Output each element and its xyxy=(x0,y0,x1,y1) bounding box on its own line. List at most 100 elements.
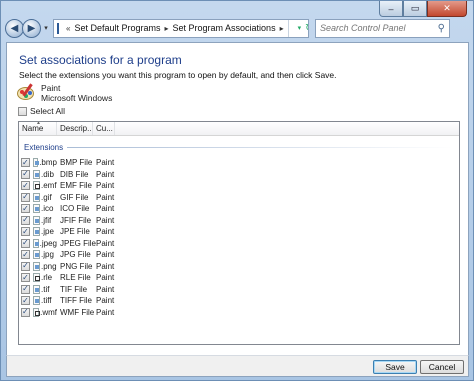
checkbox-icon[interactable]: ✓ xyxy=(21,158,30,168)
checkbox-icon[interactable]: ✓ xyxy=(21,192,30,202)
checkbox-icon[interactable]: ✓ xyxy=(21,238,30,248)
checkbox-icon[interactable]: ✓ xyxy=(21,227,30,237)
extensions-list[interactable]: ▲ Name Descrip... Cu... Extensions ✓ .bmp… xyxy=(18,121,460,345)
forward-arrow-icon: ▶ xyxy=(27,22,36,34)
current-default: Paint xyxy=(96,261,115,271)
image-file-icon xyxy=(33,227,40,237)
document-file-icon xyxy=(33,181,40,191)
address-dropdown-icon[interactable]: ▾ xyxy=(298,24,302,32)
list-item[interactable]: ✓ .wmf WMF File Paint xyxy=(19,307,459,319)
list-item[interactable]: ✓ .rle RLE File Paint xyxy=(19,272,459,284)
save-button[interactable]: Save xyxy=(373,360,417,374)
list-item[interactable]: ✓ .emf EMF File Paint xyxy=(19,180,459,192)
checkbox-icon[interactable]: ✓ xyxy=(21,204,30,214)
extension-name: .bmp xyxy=(39,158,57,168)
checkbox-icon[interactable]: ✓ xyxy=(21,169,30,179)
refresh-icon[interactable]: ↻ xyxy=(305,23,308,34)
current-default: Paint xyxy=(96,158,115,168)
current-default: Paint xyxy=(96,250,115,260)
current-default: Paint xyxy=(96,169,115,179)
minimize-button[interactable]: – xyxy=(379,1,403,17)
chevron-down-icon: ▾ xyxy=(44,25,48,32)
close-button[interactable]: ✕ xyxy=(427,1,467,17)
list-item[interactable]: ✓ .jfif JFIF File Paint xyxy=(19,215,459,227)
column-header-description[interactable]: Descrip... xyxy=(57,122,93,135)
list-item[interactable]: ✓ .jpe JPE File Paint xyxy=(19,226,459,238)
extension-name: .gif xyxy=(41,192,52,202)
image-file-icon xyxy=(33,261,40,271)
extension-description: JPE File xyxy=(60,227,90,237)
back-arrow-icon: ◀ xyxy=(10,22,19,34)
breadcrumb-separator-icon[interactable]: ▸ xyxy=(165,24,169,33)
extension-name: .rle xyxy=(41,273,53,283)
checkbox-icon[interactable]: ✓ xyxy=(21,307,30,317)
control-panel-icon xyxy=(57,22,59,34)
extension-description: RLE File xyxy=(60,273,91,283)
select-all-label: Select All xyxy=(30,106,65,116)
list-item[interactable]: ✓ .dib DIB File Paint xyxy=(19,169,459,181)
checkbox-icon[interactable]: ✓ xyxy=(21,215,30,225)
breadcrumb-separator-icon[interactable]: ▸ xyxy=(280,24,284,33)
instructions-text: Select the extensions you want this prog… xyxy=(19,70,337,80)
image-file-icon xyxy=(33,296,40,306)
extension-description: DIB File xyxy=(60,169,89,179)
group-label: Extensions xyxy=(24,143,64,152)
cancel-button[interactable]: Cancel xyxy=(420,360,464,374)
list-item[interactable]: ✓ .tif TIF File Paint xyxy=(19,284,459,296)
breadcrumb-overflow-icon[interactable]: « xyxy=(66,24,70,33)
current-default: Paint xyxy=(96,238,115,248)
extension-name: .jfif xyxy=(41,215,52,225)
select-all-checkbox[interactable]: Select All xyxy=(18,106,65,116)
extension-name: .jpg xyxy=(41,250,54,260)
list-item[interactable]: ✓ .bmp BMP File Paint xyxy=(19,157,459,169)
program-publisher: Microsoft Windows xyxy=(41,93,113,103)
image-file-icon xyxy=(33,169,40,179)
extension-name: .jpeg xyxy=(39,238,57,248)
extension-name: .emf xyxy=(41,181,57,191)
address-end: ▾ ↻ xyxy=(287,19,308,37)
extension-description: JFIF File xyxy=(60,215,92,225)
extension-description: BMP File xyxy=(60,158,93,168)
list-item[interactable]: ✓ .jpg JPG File Paint xyxy=(19,249,459,261)
close-icon: ✕ xyxy=(443,3,451,13)
button-bar: Save Cancel xyxy=(6,355,469,377)
checkbox-icon[interactable]: ✓ xyxy=(21,284,30,294)
current-default: Paint xyxy=(96,204,115,214)
list-item[interactable]: ✓ .gif GIF File Paint xyxy=(19,192,459,204)
list-item[interactable]: ✓ .tiff TIFF File Paint xyxy=(19,295,459,307)
breadcrumb-set-program-associations[interactable]: Set Program Associations xyxy=(173,23,276,33)
extension-description: PNG File xyxy=(60,261,93,271)
checkbox-icon[interactable]: ✓ xyxy=(21,273,30,283)
list-item[interactable]: ✓ .png PNG File Paint xyxy=(19,261,459,273)
search-box[interactable]: ⚲ xyxy=(315,18,450,38)
extension-description: TIFF File xyxy=(60,296,92,306)
group-header-extensions[interactable]: Extensions xyxy=(24,143,459,152)
search-input[interactable] xyxy=(320,23,430,33)
extension-description: ICO File xyxy=(60,204,90,214)
extension-name: .png xyxy=(41,261,57,271)
checkbox-icon[interactable]: ✓ xyxy=(21,250,30,260)
sort-ascending-icon: ▲ xyxy=(36,121,41,126)
checkbox-icon[interactable] xyxy=(18,106,27,116)
forward-button[interactable]: ▶ xyxy=(22,18,41,38)
recent-pages-dropdown[interactable]: ▾ xyxy=(41,24,51,32)
search-icon[interactable]: ⚲ xyxy=(438,23,445,34)
window-frame: – ▭ ✕ ◀ ▶ ▾ « Set Default Programs ▸ Set… xyxy=(0,0,474,381)
extension-name: .wmf xyxy=(40,307,57,317)
extension-name: .tif xyxy=(41,284,50,294)
list-item[interactable]: ✓ .ico ICO File Paint xyxy=(19,203,459,215)
checkbox-icon[interactable]: ✓ xyxy=(21,296,30,306)
checkbox-icon[interactable]: ✓ xyxy=(21,261,30,271)
current-default: Paint xyxy=(96,227,115,237)
address-bar[interactable]: « Set Default Programs ▸ Set Program Ass… xyxy=(53,18,309,38)
maximize-button[interactable]: ▭ xyxy=(403,1,427,17)
image-file-icon xyxy=(33,192,40,202)
breadcrumb-set-default-programs[interactable]: Set Default Programs xyxy=(74,23,160,33)
list-item[interactable]: ✓ .jpeg JPEG File Paint xyxy=(19,238,459,250)
extension-description: JPEG File xyxy=(60,238,97,248)
image-file-icon xyxy=(33,215,40,225)
minimize-icon: – xyxy=(388,3,394,14)
rows-container: ✓ .bmp BMP File Paint ✓ .dib DIB File Paint ✓ .em… xyxy=(19,157,459,318)
column-header-current-default[interactable]: Cu... xyxy=(93,122,115,135)
checkbox-icon[interactable]: ✓ xyxy=(21,181,30,191)
